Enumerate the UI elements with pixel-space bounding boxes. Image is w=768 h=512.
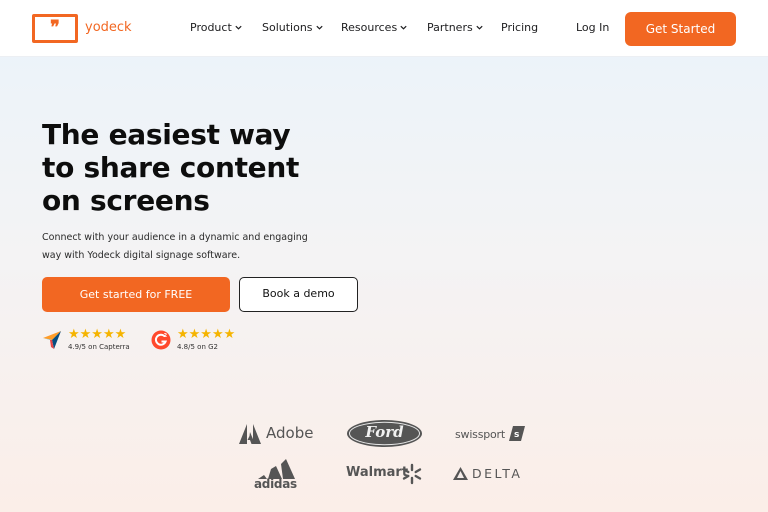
book-demo-button[interactable]: Book a demo xyxy=(239,277,358,312)
chevron-down-icon xyxy=(315,25,323,30)
yodeck-logo-icon[interactable]: ❞ xyxy=(32,14,78,43)
nav-item-label: Solutions xyxy=(262,21,313,34)
svg-text:2: 2 xyxy=(164,333,168,339)
chevron-down-icon xyxy=(235,25,242,30)
get-started-free-button[interactable]: Get started for FREE xyxy=(42,277,230,312)
delta-logo-icon xyxy=(453,467,468,480)
delta-logo-text: DELTA xyxy=(472,466,523,481)
hero-title: The easiest way to share content on scre… xyxy=(42,118,362,217)
adidas-logo-text: adidas xyxy=(254,477,297,491)
hero-title-line: to share content xyxy=(42,151,300,184)
adobe-logo-text: Adobe xyxy=(266,424,314,442)
walmart-spark-icon xyxy=(402,463,422,485)
capterra-icon xyxy=(43,331,61,349)
nav-item-label: Product xyxy=(190,21,232,34)
walmart-logo-text: Walmart xyxy=(346,465,409,480)
adidas-logo-icon xyxy=(258,459,295,479)
hero-title-line: The easiest way xyxy=(42,118,291,151)
hero-subtitle-line: Connect with your audience in a dynamic … xyxy=(42,232,308,243)
adobe-logo-icon xyxy=(239,424,261,444)
nav-item-pricing[interactable]: Pricing xyxy=(501,21,538,34)
rating-text: 4.9/5 on Capterra xyxy=(68,343,130,351)
nav-item-label: Partners xyxy=(427,21,473,34)
rating-text: 4.8/5 on G2 xyxy=(177,343,218,351)
ford-logo-text: Ford xyxy=(365,423,404,441)
g2-icon: 2 xyxy=(151,330,171,350)
nav-item-label: Resources xyxy=(341,21,398,34)
nav-item-partners[interactable]: Partners xyxy=(427,21,484,34)
rating-stars: ★★★★★ xyxy=(177,327,236,342)
logo-text[interactable]: yodeck xyxy=(85,20,132,35)
nav-item-resources[interactable]: Resources xyxy=(341,21,408,34)
chevron-down-icon xyxy=(400,25,407,30)
nav-item-product[interactable]: Product xyxy=(190,21,243,34)
swissport-logo-text: swissport xyxy=(455,428,505,441)
hero-title-line: on screens xyxy=(42,184,210,217)
nav-item-solutions[interactable]: Solutions xyxy=(262,21,324,34)
logo-quote-mark: ❞ xyxy=(50,17,60,38)
hero-subtitle: Connect with your audience in a dynamic … xyxy=(42,229,342,265)
svg-text:s: s xyxy=(514,430,519,440)
get-started-button[interactable]: Get Started xyxy=(625,12,736,46)
capterra-rating[interactable]: ★★★★★ 4.9/5 on Capterra xyxy=(42,328,142,354)
g2-rating[interactable]: 2 ★★★★★ 4.8/5 on G2 xyxy=(151,328,251,354)
rating-stars: ★★★★★ xyxy=(68,327,127,342)
top-navigation: ❞ yodeck Product Solutions Resources Par… xyxy=(0,0,768,57)
login-link[interactable]: Log In xyxy=(576,21,609,34)
chevron-down-icon xyxy=(476,25,483,30)
hero-subtitle-line: way with Yodeck digital signage software… xyxy=(42,250,241,261)
nav-item-label: Pricing xyxy=(501,21,539,34)
swissport-mark-icon: s xyxy=(509,426,525,441)
